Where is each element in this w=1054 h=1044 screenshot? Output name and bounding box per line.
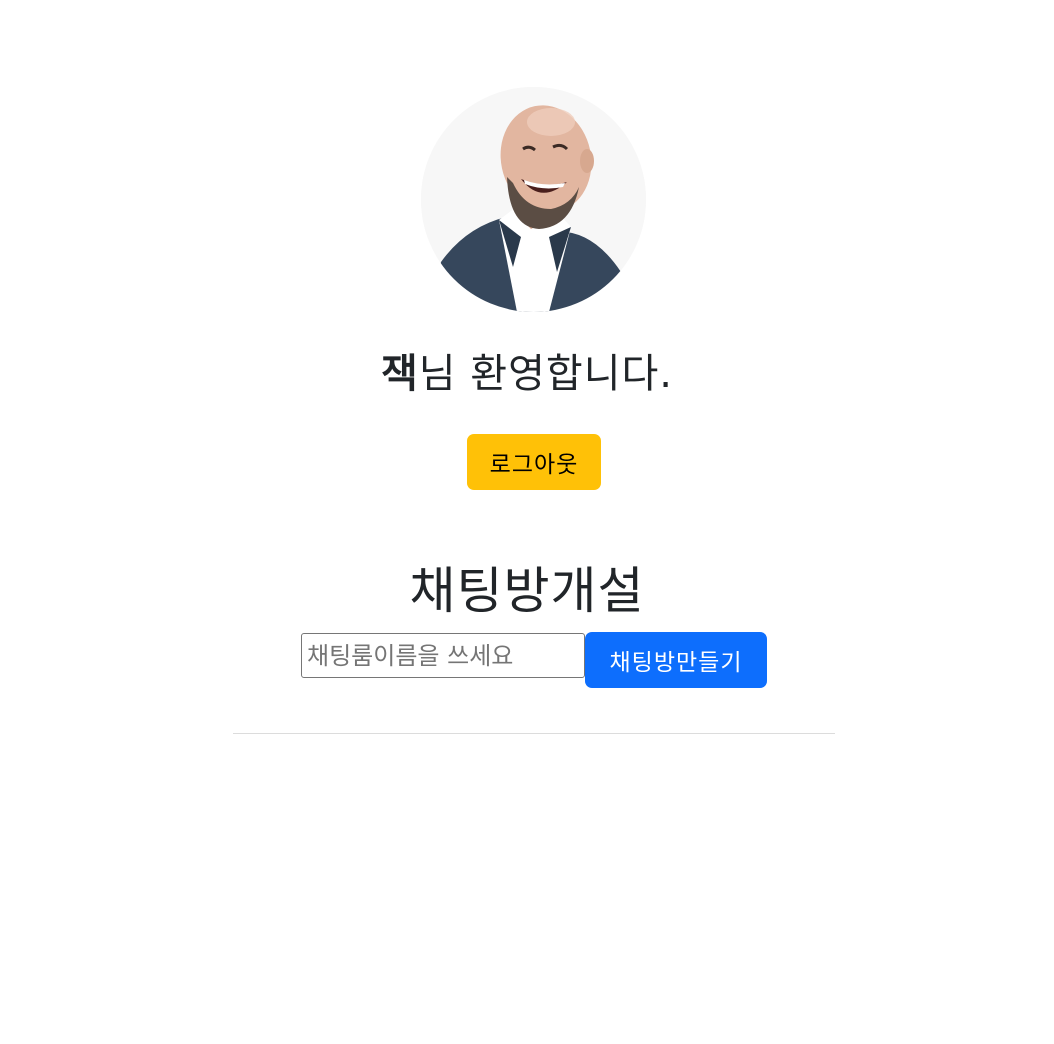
room-list (233, 745, 835, 1005)
logout-button[interactable]: 로그아웃 (467, 434, 601, 490)
create-room-button[interactable]: 채팅방만들기 (585, 632, 767, 688)
welcome-message: 잭님 환영합니다. (0, 342, 1054, 406)
profile-photo (421, 87, 646, 312)
room-name-input[interactable] (301, 633, 585, 678)
avatar (421, 87, 646, 312)
divider (233, 733, 835, 734)
welcome-text: 님 환영합니다. (418, 351, 674, 397)
user-name: 잭 (380, 351, 419, 397)
create-room-title: 채팅방개설 (409, 562, 645, 620)
